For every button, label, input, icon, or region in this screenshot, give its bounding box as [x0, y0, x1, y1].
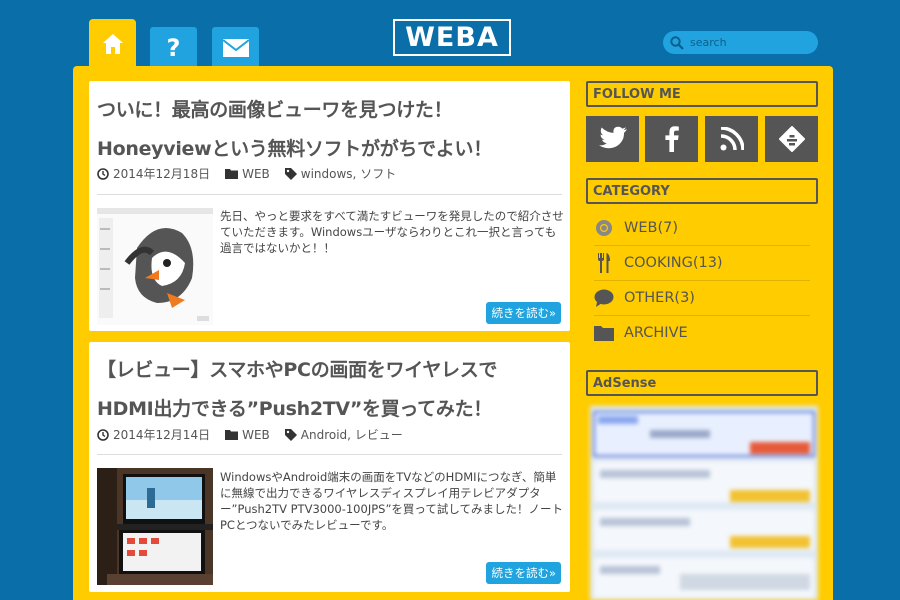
category-item-cooking[interactable]: COOKING(13) — [594, 246, 810, 280]
post-meta: 2014年12月14日 WEB Android, レビュー — [97, 426, 418, 443]
divider — [97, 194, 562, 195]
post-title-line[interactable]: ついに！最高の画像ビューワを見つけた！ — [97, 95, 453, 122]
feedly-button[interactable] — [765, 116, 818, 162]
speech-bubble-icon — [594, 289, 614, 307]
category-item-archive[interactable]: ARCHIVE — [594, 316, 810, 350]
search-input[interactable] — [690, 36, 810, 49]
cutlery-icon — [594, 253, 614, 273]
mail-icon — [222, 39, 249, 57]
nav-tab-help[interactable]: ? — [150, 27, 197, 69]
category-heading: CATEGORY — [586, 178, 818, 204]
site-logo[interactable]: WEBA — [393, 19, 511, 56]
search-box[interactable] — [663, 31, 818, 54]
rss-button[interactable] — [705, 116, 758, 162]
chrome-icon — [594, 219, 614, 237]
post-thumbnail[interactable] — [97, 208, 213, 325]
post-category[interactable]: WEB — [225, 167, 270, 181]
feedly-icon — [778, 126, 805, 152]
folder-icon — [225, 169, 239, 179]
blurred-ad-image — [590, 406, 818, 600]
category-item-web[interactable]: WEB(7) — [594, 211, 810, 245]
search-icon — [670, 35, 684, 50]
ad-banner[interactable] — [590, 406, 818, 600]
post-excerpt: WindowsやAndroid端末の画面をTVなどのHDMIにつなぎ、簡単に無線… — [220, 470, 563, 532]
read-more-button[interactable]: 続きを読む» — [486, 302, 561, 324]
home-icon — [102, 34, 123, 54]
facebook-icon — [664, 126, 679, 152]
post-category[interactable]: WEB — [225, 428, 270, 442]
nav-tab-contact[interactable] — [212, 27, 259, 69]
rss-icon — [720, 127, 744, 151]
read-more-button[interactable]: 続きを読む» — [486, 562, 561, 584]
post-date: 2014年12月14日 — [97, 426, 210, 443]
post-tags[interactable]: Android, レビュー — [284, 426, 403, 443]
logo-text: WEBA — [405, 22, 499, 53]
question-icon: ? — [166, 34, 181, 62]
post-title-line[interactable]: Honeyviewという無料ソフトががちでよい！ — [97, 134, 492, 161]
folder-icon — [594, 325, 614, 341]
post-excerpt: 先日、やっと要求をすべて満たすビューワを発見したので紹介させていただきます。Wi… — [220, 209, 564, 255]
post-tags[interactable]: windows, ソフト — [284, 165, 396, 182]
post-title-line[interactable]: HDMI出力できる”Push2TV”を買ってみた！ — [97, 394, 492, 421]
post-title-line[interactable]: 【レビュー】スマホやPCの画面をワイヤレスで — [97, 355, 497, 382]
nav-tab-home[interactable] — [89, 19, 136, 69]
twitter-button[interactable] — [586, 116, 639, 162]
clock-icon — [97, 167, 109, 180]
post-card: ついに！最高の画像ビューワを見つけた！ Honeyviewという無料ソフトががち… — [89, 81, 570, 331]
clock-icon — [97, 428, 109, 441]
post-meta: 2014年12月18日 WEB windows, ソフト — [97, 165, 411, 182]
post-card: 【レビュー】スマホやPCの画面をワイヤレスで HDMI出力できる”Push2TV… — [89, 342, 570, 592]
post-date: 2014年12月18日 — [97, 165, 210, 182]
post-thumbnail[interactable] — [97, 468, 213, 585]
folder-icon — [225, 430, 239, 440]
tag-icon — [284, 167, 297, 180]
adsense-heading: AdSense — [586, 370, 818, 396]
bird-screenshot-image — [97, 208, 213, 325]
divider — [97, 454, 562, 455]
tv-laptop-photo-image — [97, 468, 213, 585]
tag-icon — [284, 428, 297, 441]
facebook-button[interactable] — [645, 116, 698, 162]
follow-me-heading: FOLLOW ME — [586, 81, 818, 107]
twitter-icon — [598, 126, 627, 149]
category-item-other[interactable]: OTHER(3) — [594, 281, 810, 315]
